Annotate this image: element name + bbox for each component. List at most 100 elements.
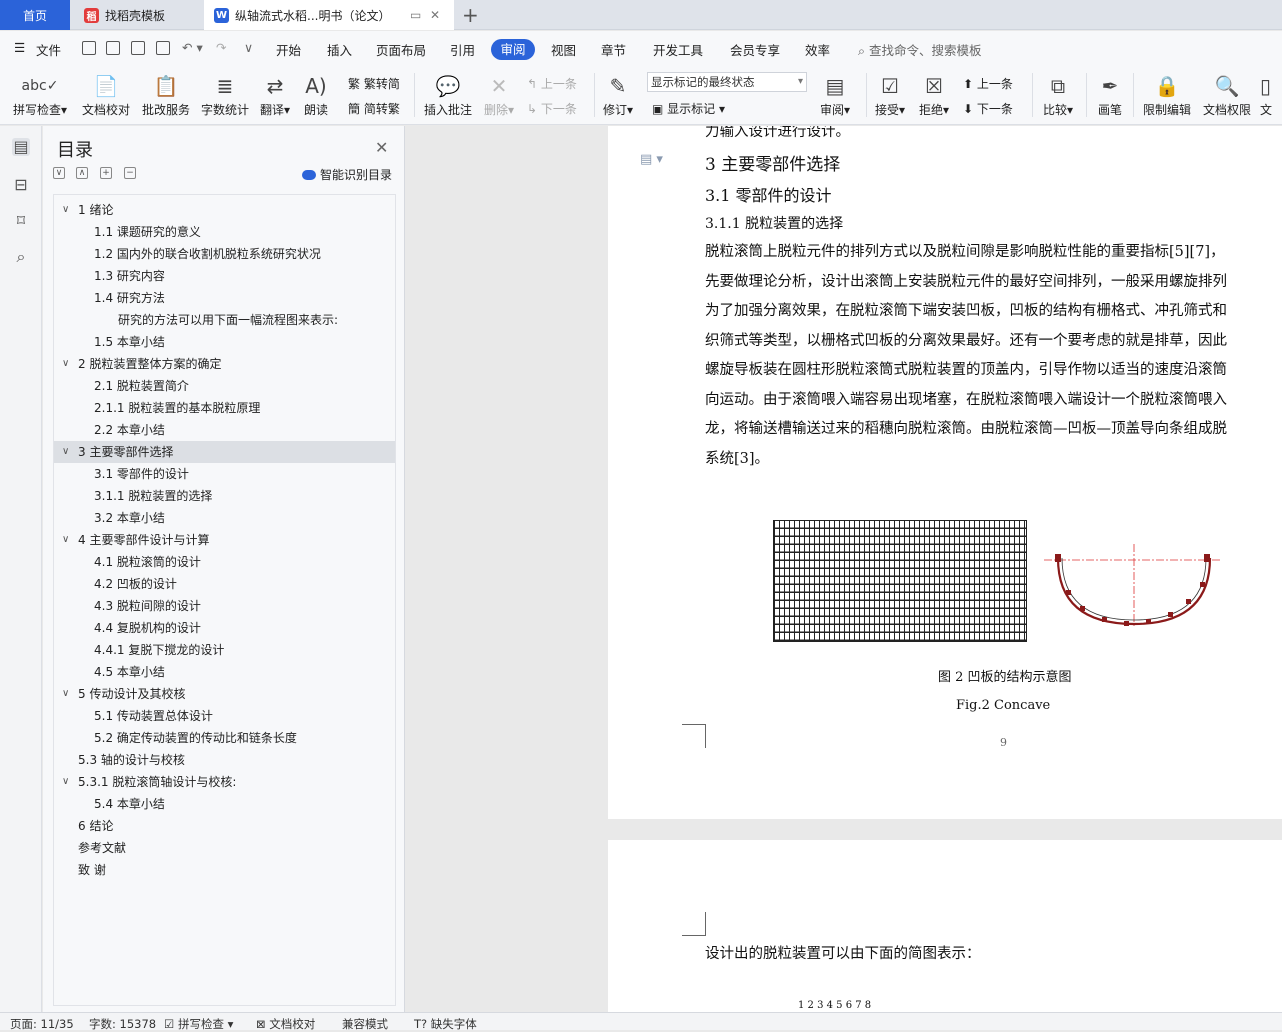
delete-comment-button[interactable]: ✕ 删除▾: [481, 71, 517, 118]
chevron-down-icon[interactable]: ∨: [62, 529, 69, 551]
toc-item[interactable]: 4.1 脱粒滚筒的设计: [54, 551, 395, 573]
toc-item[interactable]: 6 结论: [54, 815, 395, 837]
export-pdf-icon[interactable]: [106, 41, 120, 55]
menu-efficiency[interactable]: 效率: [805, 40, 830, 59]
menu-insert[interactable]: 插入: [327, 40, 352, 59]
print-preview-icon[interactable]: [156, 41, 170, 55]
add-toc-icon[interactable]: +: [100, 167, 112, 179]
review-pane-button[interactable]: ▤ 审阅▾: [815, 71, 855, 118]
new-tab-plus-icon[interactable]: +: [462, 3, 479, 27]
prev-comment-button[interactable]: ↰ 上一条: [527, 75, 577, 92]
accept-button[interactable]: ☑ 接受▾: [872, 71, 908, 118]
hamburger-icon[interactable]: ☰: [14, 40, 25, 55]
pen-button[interactable]: ✒ 画笔: [1094, 71, 1126, 118]
pin-icon[interactable]: ▭: [410, 8, 421, 22]
toc-item[interactable]: 5.1 传动装置总体设计: [54, 705, 395, 727]
toc-item[interactable]: ∨ 1 绪论: [54, 199, 395, 221]
toc-item[interactable]: 1.4 研究方法: [54, 287, 395, 309]
toc-item[interactable]: 1.5 本章小结: [54, 331, 395, 353]
document-page[interactable]: 力输入设计进行设计。 3 主要零部件选择 3.1 零部件的设计 3.1.1 脱粒…: [608, 126, 1282, 819]
menu-chapter[interactable]: 章节: [601, 40, 626, 59]
toc-item[interactable]: 1.3 研究内容: [54, 265, 395, 287]
menu-page-layout[interactable]: 页面布局: [376, 40, 426, 59]
smart-toc-button[interactable]: 智能识别目录: [302, 166, 392, 183]
toc-item[interactable]: 5.3 轴的设计与校核: [54, 749, 395, 771]
bookmark-icon[interactable]: ⌑: [12, 212, 30, 230]
toc-item[interactable]: ∨ 4 主要零部件设计与计算: [54, 529, 395, 551]
toc-item[interactable]: ∨ 3 主要零部件选择: [54, 441, 395, 463]
toc-item[interactable]: 研究的方法可以用下面一幅流程图来表示:: [54, 309, 395, 331]
command-search[interactable]: ⌕ 查找命令、搜索模板: [858, 40, 982, 59]
toc-item[interactable]: 2.1.1 脱粒装置的基本脱粒原理: [54, 397, 395, 419]
toc-item[interactable]: 4.4.1 复脱下搅龙的设计: [54, 639, 395, 661]
restrict-edit-button[interactable]: 🔒 限制编辑: [1140, 71, 1194, 118]
toc-item[interactable]: 2.2 本章小结: [54, 419, 395, 441]
toc-item[interactable]: 5.4 本章小结: [54, 793, 395, 815]
toc-item[interactable]: 1.1 课题研究的意义: [54, 221, 395, 243]
toc-icon[interactable]: ▤: [12, 138, 30, 156]
undo-icon[interactable]: ↶ ▾: [182, 40, 203, 55]
search-icon[interactable]: ⌕: [12, 248, 30, 266]
toc-item[interactable]: 3.1 零部件的设计: [54, 463, 395, 485]
toc-item[interactable]: ∨ 2 脱粒装置整体方案的确定: [54, 353, 395, 375]
read-aloud-button[interactable]: A) 朗读: [301, 71, 331, 118]
toc-item[interactable]: ∨ 5 传动设计及其校核: [54, 683, 395, 705]
tab-home[interactable]: 首页: [0, 0, 70, 30]
toc-item[interactable]: 5.2 确定传动装置的传动比和链条长度: [54, 727, 395, 749]
print-icon[interactable]: [131, 41, 145, 55]
toc-item[interactable]: 4.3 脱粒间隙的设计: [54, 595, 395, 617]
chevron-down-icon[interactable]: ∨: [62, 199, 69, 221]
redo-icon[interactable]: ↷: [216, 40, 226, 55]
chevron-down-icon[interactable]: ∨: [62, 683, 69, 705]
spell-check-button[interactable]: abc✓ 拼写检查▾: [10, 71, 70, 118]
markup-state-select[interactable]: 显示标记的最终状态: [647, 72, 807, 92]
toc-item[interactable]: 2.1 脱粒装置简介: [54, 375, 395, 397]
toc-item[interactable]: 4.2 凹板的设计: [54, 573, 395, 595]
toc-item[interactable]: 致 谢: [54, 859, 395, 881]
show-markup-button[interactable]: ▣ 显示标记 ▾: [652, 100, 725, 117]
more-quick-icon[interactable]: ∨: [244, 40, 253, 55]
menu-reference[interactable]: 引用: [450, 40, 475, 59]
prev-change-button[interactable]: ⬆ 上一条: [963, 75, 1013, 92]
tab-template[interactable]: 稻 找稻壳模板: [72, 0, 202, 30]
chevron-down-icon[interactable]: ∨: [62, 771, 69, 793]
doc-rights-button[interactable]: 🔍 文档权限: [1200, 71, 1254, 118]
menu-dev-tools[interactable]: 开发工具: [653, 40, 703, 59]
document-page-2[interactable]: 设计出的脱粒装置可以由下面的简图表示： 1 2 3 4 5 6 7 8: [608, 840, 1282, 1012]
word-count-button[interactable]: ≣ 字数统计: [199, 71, 251, 118]
toc-item[interactable]: 参考文献: [54, 837, 395, 859]
menu-review[interactable]: 审阅: [491, 39, 535, 60]
chevron-down-icon[interactable]: ∨: [62, 353, 69, 375]
menu-file[interactable]: 文件: [36, 40, 61, 59]
close-icon[interactable]: ✕: [430, 8, 440, 22]
close-icon[interactable]: ✕: [375, 138, 388, 157]
batch-service-button[interactable]: 📋 批改服务: [140, 71, 192, 118]
document-area[interactable]: 力输入设计进行设计。 3 主要零部件选择 3.1 零部件的设计 3.1.1 脱粒…: [406, 126, 1282, 1012]
trad-to-simp-button[interactable]: 繁 繁转简: [348, 75, 400, 92]
doc-more-button[interactable]: ▯ 文: [1260, 71, 1282, 118]
toc-item[interactable]: 1.2 国内外的联合收割机脱粒系统研究状况: [54, 243, 395, 265]
menu-start[interactable]: 开始: [276, 40, 301, 59]
compare-button[interactable]: ⧉ 比较▾: [1038, 71, 1078, 118]
toc-item[interactable]: 3.1.1 脱粒装置的选择: [54, 485, 395, 507]
tab-document[interactable]: W 纵轴流式水稻...明书（论文） ▭ ✕: [204, 0, 454, 30]
doc-check-button[interactable]: 📄 文档校对: [80, 71, 132, 118]
expand-level-icon[interactable]: ∧: [76, 167, 88, 179]
insert-comment-button[interactable]: 💬 插入批注: [420, 71, 476, 118]
remove-toc-icon[interactable]: −: [124, 167, 136, 179]
paragraph-layout-icon[interactable]: ▤ ▾: [640, 152, 663, 167]
toc-item[interactable]: 4.4 复脱机构的设计: [54, 617, 395, 639]
reject-button[interactable]: ☒ 拒绝▾: [916, 71, 952, 118]
chevron-down-icon[interactable]: ∨: [62, 441, 69, 463]
toc-item[interactable]: 4.5 本章小结: [54, 661, 395, 683]
translate-button[interactable]: ⇄ 翻译▾: [257, 71, 293, 118]
next-change-button[interactable]: ⬇ 下一条: [963, 100, 1013, 117]
save-icon[interactable]: [82, 41, 96, 55]
next-comment-button[interactable]: ↳ 下一条: [527, 100, 577, 117]
menu-member[interactable]: 会员专享: [730, 40, 780, 59]
toc-item[interactable]: 3.2 本章小结: [54, 507, 395, 529]
simp-to-trad-button[interactable]: 簡 简转繁: [348, 100, 400, 117]
collapse-all-icon[interactable]: ∨: [53, 167, 65, 179]
revise-button[interactable]: ✎ 修订▾: [600, 71, 636, 118]
menu-view[interactable]: 视图: [551, 40, 576, 59]
